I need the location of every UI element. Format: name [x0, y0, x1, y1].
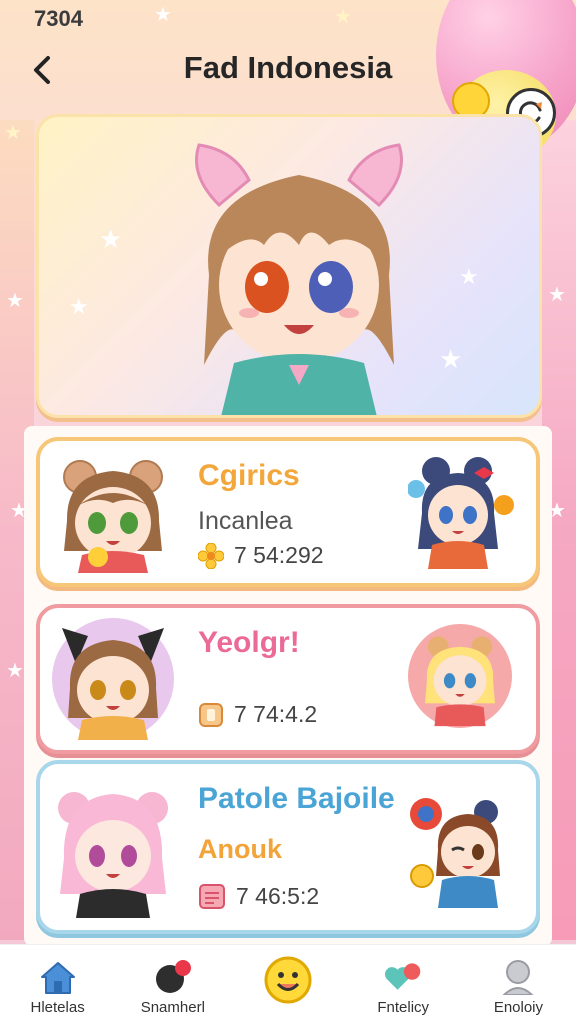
card-meta-value: 7 74:4.2 [234, 700, 318, 727]
star-icon: ★ [69, 295, 89, 320]
star-icon: ★ [99, 225, 123, 255]
character-avatar [63, 460, 163, 573]
star-icon: ★ [439, 345, 463, 375]
card-meta: 7 46:5:2 [198, 882, 319, 910]
card-title: Yeolgr! [198, 626, 300, 659]
character-avatar [408, 457, 514, 569]
list-item[interactable]: Cgirics Incanlea 7 54:292 [36, 437, 540, 587]
card-meta-value: 7 46:5:2 [236, 882, 320, 909]
hearts-icon [383, 959, 423, 995]
card-meta-value: 7 54:292 [234, 542, 324, 568]
tab-label: Enoloiy [493, 999, 544, 1016]
tab-favorites[interactable]: Fntelicy [346, 945, 461, 1024]
character-avatar [410, 798, 500, 908]
list-item[interactable]: Yeolgr! 7 74:4.2 [36, 604, 540, 754]
list-item[interactable]: Patole Bajoile Anouk 7 46:5:2 [36, 760, 540, 934]
hero-illustration-card: ★ ★ ★ ★ [36, 114, 542, 418]
character-avatar [408, 624, 518, 744]
profile-icon [498, 959, 538, 995]
bottom-tab-bar: Hletelas Snamherl Fntelicy Enoloiy [0, 944, 576, 1024]
tab-profile[interactable]: Enoloiy [461, 945, 576, 1024]
tab-label: Hletelas [30, 999, 85, 1016]
smiley-icon [263, 955, 313, 1005]
calendar-icon [199, 884, 225, 909]
flower-icon [198, 542, 224, 569]
tab-center[interactable] [230, 945, 345, 1024]
home-icon [38, 959, 78, 995]
card-title: Patole Bajoile [198, 782, 395, 815]
page-title: Fad Indonesia [183, 50, 393, 85]
character-avatar [58, 792, 168, 918]
tab-search[interactable]: Snamherl [115, 945, 230, 1024]
card-subtitle: Anouk [198, 834, 282, 864]
card-meta: 7 74:4.2 [198, 700, 317, 728]
character-avatar [52, 618, 174, 740]
star-icon: ★ [6, 658, 24, 682]
star-icon: ★ [548, 282, 566, 306]
tab-label: Snamherl [140, 999, 205, 1016]
anime-girl-illustration [195, 143, 403, 415]
tag-icon [199, 703, 223, 727]
tab-home[interactable]: Hletelas [0, 945, 115, 1024]
star-icon: ★ [6, 288, 24, 312]
star-icon: ★ [4, 120, 22, 144]
balloon-icon [153, 959, 193, 995]
star-icon: ★ [459, 265, 479, 290]
app-header: Fad Indonesia [0, 40, 576, 138]
card-title: Cgirics [198, 459, 300, 492]
card-meta: 7 54:292 [198, 542, 324, 569]
status-time: 7304 [34, 6, 83, 31]
tab-label: Fntelicy [377, 999, 430, 1016]
card-subtitle: Incanlea [198, 507, 293, 535]
